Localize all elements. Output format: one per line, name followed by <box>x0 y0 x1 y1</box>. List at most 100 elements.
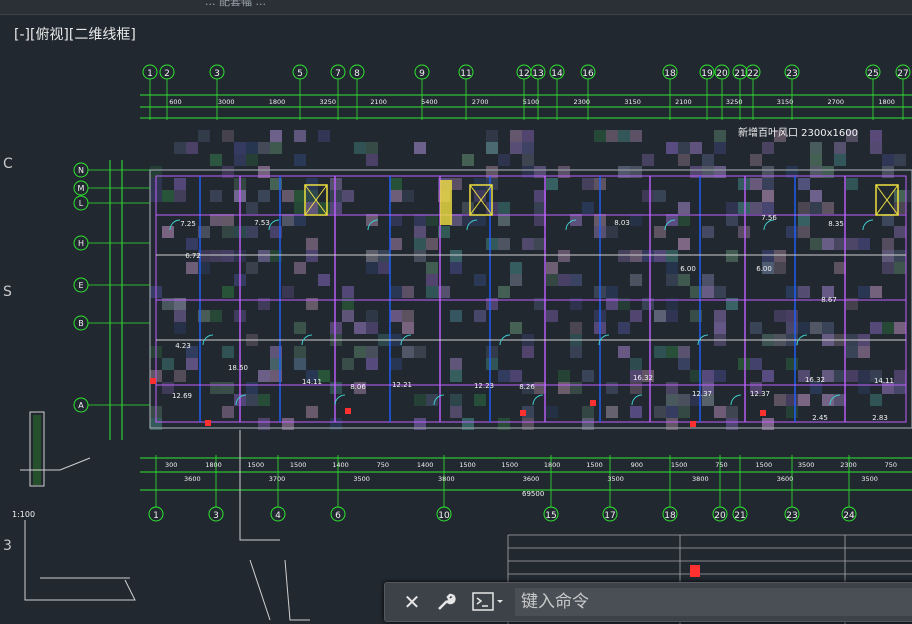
blur-pixel <box>234 154 246 166</box>
blur-pixel <box>858 286 870 298</box>
blur-pixel <box>606 406 618 418</box>
blur-pixel <box>786 286 798 298</box>
blur-pixel <box>786 394 798 406</box>
blur-pixel <box>714 370 726 382</box>
blur-pixel <box>510 370 522 382</box>
blur-pixel <box>894 154 906 166</box>
blur-pixel <box>354 142 366 154</box>
blur-pixel <box>522 142 534 154</box>
room-area-label: 16.32 <box>633 374 653 382</box>
command-input[interactable] <box>515 588 912 616</box>
blur-pixel <box>450 250 462 262</box>
dimension-bottom: 3700 <box>269 475 286 483</box>
leader-line <box>249 559 310 621</box>
top-grid-bubbles: 1 2 3 5 7 8 9 11 12 13 14 16 18 19 20 21 22 23 25 27 <box>142 64 911 120</box>
grid-label-top: 8 <box>354 69 360 79</box>
blur-pixel <box>630 250 642 262</box>
detail-outline <box>24 520 136 601</box>
room-area-label: 14.11 <box>302 378 322 386</box>
blur-pixel <box>666 142 678 154</box>
blur-pixel <box>798 394 810 406</box>
dimension-bottom: 300 <box>165 461 177 469</box>
room-area-label: 2.83 <box>872 414 888 422</box>
blur-pixel <box>294 322 306 334</box>
blur-pixel <box>894 322 906 334</box>
blur-pixel <box>474 310 486 322</box>
room-area-label: 12.69 <box>172 392 192 400</box>
left-grid-bubbles: NML H E B A <box>73 162 150 413</box>
stair-block <box>440 180 452 225</box>
viewport-controls-label[interactable]: [-][俯视][二维线框] <box>14 24 136 44</box>
blur-pixel <box>414 346 426 358</box>
room-area-label: 6.00 <box>680 265 696 273</box>
blur-pixel <box>870 130 882 142</box>
blur-pixel <box>534 382 546 394</box>
dimension-top: 2300 <box>574 98 591 106</box>
blur-pixel <box>666 382 678 394</box>
dimension-top: 1800 <box>269 98 286 106</box>
blur-pixel <box>414 238 426 250</box>
blur-pixel <box>342 286 354 298</box>
blur-pixel <box>222 346 234 358</box>
room-area-label: 6.72 <box>185 252 201 260</box>
blur-pixel <box>798 322 810 334</box>
blur-pixel <box>174 310 186 322</box>
red-marker <box>520 410 526 416</box>
room-area-label: 14.11 <box>874 377 894 385</box>
blur-pixel <box>366 346 378 358</box>
blur-pixel <box>426 394 438 406</box>
command-prompt-icon[interactable] <box>471 587 507 617</box>
grid-label-top: 21 <box>734 69 745 79</box>
blur-pixel <box>606 286 618 298</box>
blur-pixel <box>798 226 810 238</box>
blur-pixel <box>294 154 306 166</box>
blur-pixel <box>834 370 846 382</box>
blur-pixel <box>750 202 762 214</box>
dimension-bottom: 750 <box>377 461 389 469</box>
blur-pixel <box>678 394 690 406</box>
blur-pixel <box>414 250 426 262</box>
blur-pixel <box>318 274 330 286</box>
blur-pixel <box>702 370 714 382</box>
blur-pixel <box>306 238 318 250</box>
blur-pixel <box>558 274 570 286</box>
blur-pixel <box>798 202 810 214</box>
blur-pixel <box>402 346 414 358</box>
blur-pixel <box>318 202 330 214</box>
blur-pixel <box>882 250 894 262</box>
room-area-label: 7.53 <box>254 219 270 227</box>
blur-pixel <box>630 274 642 286</box>
floor-plan-drawing[interactable]: 1 2 3 5 7 8 9 11 12 13 14 16 18 19 20 21 22 23 25 27 1 3 4 6 10… <box>0 0 912 624</box>
edge-letter-c: C <box>3 156 13 172</box>
grid-label-left: L <box>79 199 84 208</box>
blur-pixel <box>834 262 846 274</box>
dimension-top: 2700 <box>472 98 489 106</box>
blur-pixel <box>798 178 810 190</box>
blur-pixel <box>834 154 846 166</box>
dimension-top: 3150 <box>624 98 641 106</box>
blur-pixel <box>582 406 594 418</box>
wrench-icon[interactable] <box>431 587 461 617</box>
room-area-label: 12.23 <box>474 382 494 390</box>
edge-letter-3: 3 <box>3 538 12 554</box>
door-swing <box>532 394 544 406</box>
blur-pixel <box>714 322 726 334</box>
blur-pixel <box>342 358 354 370</box>
leader-line <box>239 430 280 541</box>
command-line-bar[interactable]: ✕ <box>384 582 912 622</box>
blur-pixel <box>510 274 522 286</box>
grid-label-top: 1 <box>147 69 153 79</box>
close-icon[interactable]: ✕ <box>397 587 427 617</box>
blur-pixel <box>810 154 822 166</box>
blur-pixel <box>630 130 642 142</box>
blur-pixel <box>510 142 522 154</box>
blur-pixel <box>858 238 870 250</box>
door-swing <box>730 394 742 406</box>
blur-pixel <box>174 142 186 154</box>
grid-label-left: B <box>78 319 84 328</box>
blur-pixel <box>510 322 522 334</box>
blur-pixel <box>258 370 270 382</box>
grid-label-bottom: 6 <box>335 511 341 521</box>
model-viewport[interactable]: ... 配套幅 ... 1 2 3 5 7 8 9 11 12 13 14 16 18 19 20 21 22 2… <box>0 0 912 624</box>
blur-pixel <box>786 358 798 370</box>
